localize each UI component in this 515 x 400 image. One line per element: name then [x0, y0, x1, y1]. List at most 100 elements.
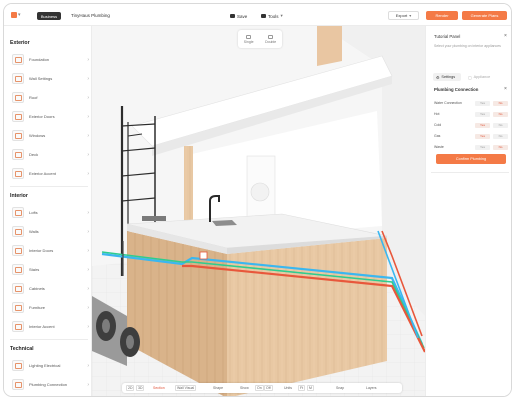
sidebar-item-label: Exterior Doors — [29, 114, 55, 119]
shape-button[interactable]: Shape — [213, 385, 223, 391]
tools-button[interactable]: Tools ▾ — [261, 12, 283, 20]
sidebar-item-label: Cabinets — [29, 286, 45, 291]
chevron-right-icon: › — [87, 113, 89, 120]
no-option[interactable]: No — [493, 100, 508, 106]
appliance-icon: ▢ — [468, 75, 472, 80]
no-option[interactable]: No — [493, 111, 508, 117]
confirm-plumbing-button[interactable]: Confirm Plumbing — [436, 154, 506, 164]
row-label: Water Connection — [434, 101, 462, 105]
save-label: Save — [237, 13, 248, 19]
sidebar-item-walls[interactable]: Walls › — [12, 225, 89, 238]
save-icon — [230, 14, 235, 18]
single-view-label: Single — [243, 39, 254, 44]
sidebar-item-cabinets[interactable]: Cabinets › — [12, 282, 89, 295]
show-on-button[interactable]: On — [255, 385, 264, 391]
double-view-button[interactable]: Double — [265, 34, 276, 44]
tools-icon — [261, 14, 266, 18]
render-button[interactable]: Render — [426, 11, 458, 20]
accent-icon — [12, 168, 24, 179]
sidebar-item-lofts[interactable]: Lofts › — [12, 206, 89, 219]
view-3d-button[interactable]: 3D — [136, 385, 145, 391]
row-label: Cold — [434, 123, 442, 127]
sidebar-item-label: Furniture — [29, 305, 46, 310]
sidebar-item-exterior-doors[interactable]: Exterior Doors › — [12, 110, 89, 123]
roof-icon — [12, 92, 24, 103]
chevron-right-icon: › — [87, 381, 89, 388]
bottom-toolbar: 2D 3D Section Wall Visual Shape Show On … — [122, 383, 402, 393]
save-button[interactable]: Save — [230, 12, 247, 20]
yes-option[interactable]: Yes — [475, 111, 490, 117]
yes-no-toggle: Yes No — [475, 133, 508, 139]
yes-option[interactable]: Yes — [475, 122, 490, 128]
sidebar-item-exterior-accent[interactable]: Exterior Accent › — [12, 167, 89, 180]
view-toggle: Single Double — [238, 30, 282, 48]
foundation-icon — [12, 54, 24, 65]
tab-appliance-label: Appliance — [473, 75, 491, 79]
units-ft-button[interactable]: Ft — [298, 385, 306, 391]
units-label: Units — [284, 386, 292, 390]
yes-option[interactable]: Yes — [475, 100, 490, 106]
cabinet-icon — [12, 283, 24, 294]
tools-label: Tools — [268, 13, 279, 19]
app-menu-button[interactable]: ▾ — [11, 10, 27, 20]
no-option[interactable]: No — [493, 133, 508, 139]
sidebar-item-furniture[interactable]: Furniture › — [12, 301, 89, 314]
chevron-right-icon: › — [87, 56, 89, 63]
logo-icon — [11, 12, 17, 18]
sidebar-item-label: Deck — [29, 152, 39, 157]
walls-icon — [12, 226, 24, 237]
yes-option[interactable]: Yes — [475, 144, 490, 150]
sidebar-item-stairs[interactable]: Stairs › — [12, 263, 89, 276]
snap-button[interactable]: Snap — [336, 385, 344, 391]
chevron-down-icon: ▾ — [409, 13, 412, 18]
workspace-badge: Business — [37, 12, 61, 20]
sidebar-item-label: Plumbing Connection — [29, 382, 68, 387]
sidebar-item-roof[interactable]: Roof › — [12, 91, 89, 104]
sidebar-item-interior-accent[interactable]: Interior Accent › — [12, 320, 89, 333]
sidebar-section-technical: Technical — [10, 346, 34, 352]
tab-settings[interactable]: ⚙ Settings — [433, 73, 461, 81]
yes-option[interactable]: Yes — [475, 133, 490, 139]
sidebar-item-deck[interactable]: Deck › — [12, 148, 89, 161]
sidebar-item-windows[interactable]: Windows › — [12, 129, 89, 142]
loft-icon — [12, 207, 24, 218]
sidebar-item-wall-settings[interactable]: Wall Settings › — [12, 72, 89, 85]
plumbing-icon — [12, 379, 24, 390]
project-name[interactable]: TinyHaus Plumbing — [71, 12, 110, 20]
wall-settings-icon — [12, 73, 24, 84]
chevron-right-icon: › — [87, 228, 89, 235]
no-option[interactable]: No — [493, 122, 508, 128]
section-button[interactable]: Section — [153, 385, 165, 391]
export-button[interactable]: Export ▾ — [388, 11, 419, 20]
units-m-button[interactable]: M — [307, 385, 314, 391]
panel-tabs: ⚙ Settings ▢ Appliance — [431, 72, 509, 82]
tab-appliance[interactable]: ▢ Appliance — [465, 73, 497, 81]
close-icon[interactable]: × — [504, 33, 507, 39]
wall-visual-button[interactable]: Wall Visual — [175, 385, 197, 391]
sidebar-item-foundation[interactable]: Foundation › — [12, 53, 89, 66]
generate-plans-button[interactable]: Generate Plans — [462, 11, 507, 20]
app-window: ▾ Business TinyHaus Plumbing Save Tools … — [3, 3, 512, 397]
export-label: Export — [395, 13, 408, 18]
row-water-connection: Water Connection Yes No — [434, 99, 508, 107]
sidebar-item-lighting-electrical[interactable]: Lighting Electrical › — [12, 359, 89, 372]
divider — [431, 172, 509, 173]
sidebar-item-plumbing-connection[interactable]: Plumbing Connection › — [12, 378, 89, 391]
view-2d-button[interactable]: 2D — [126, 385, 135, 391]
show-off-button[interactable]: Off — [264, 385, 273, 391]
lightbulb-icon — [12, 360, 24, 371]
sidebar-item-label: Stairs — [29, 267, 40, 272]
sidebar-section-interior: Interior — [10, 193, 28, 199]
no-option[interactable]: No — [493, 144, 508, 150]
panel-hint: Select your plumbing on interior applian… — [434, 44, 501, 48]
yes-no-toggle: Yes No — [475, 122, 508, 128]
row-gas: Gas Yes No — [434, 132, 508, 140]
3d-viewport[interactable]: Single Double 2D 3D Section Wall Visual … — [92, 26, 425, 396]
panel-title: Tutorial Panel — [434, 34, 461, 39]
close-icon[interactable]: × — [504, 86, 507, 92]
sidebar-item-interior-doors[interactable]: Interior Doors › — [12, 244, 89, 257]
door-icon — [12, 111, 24, 122]
row-cold: Cold Yes No — [434, 121, 508, 129]
single-view-button[interactable]: Single — [243, 34, 254, 44]
layers-button[interactable]: Layers — [366, 385, 377, 391]
